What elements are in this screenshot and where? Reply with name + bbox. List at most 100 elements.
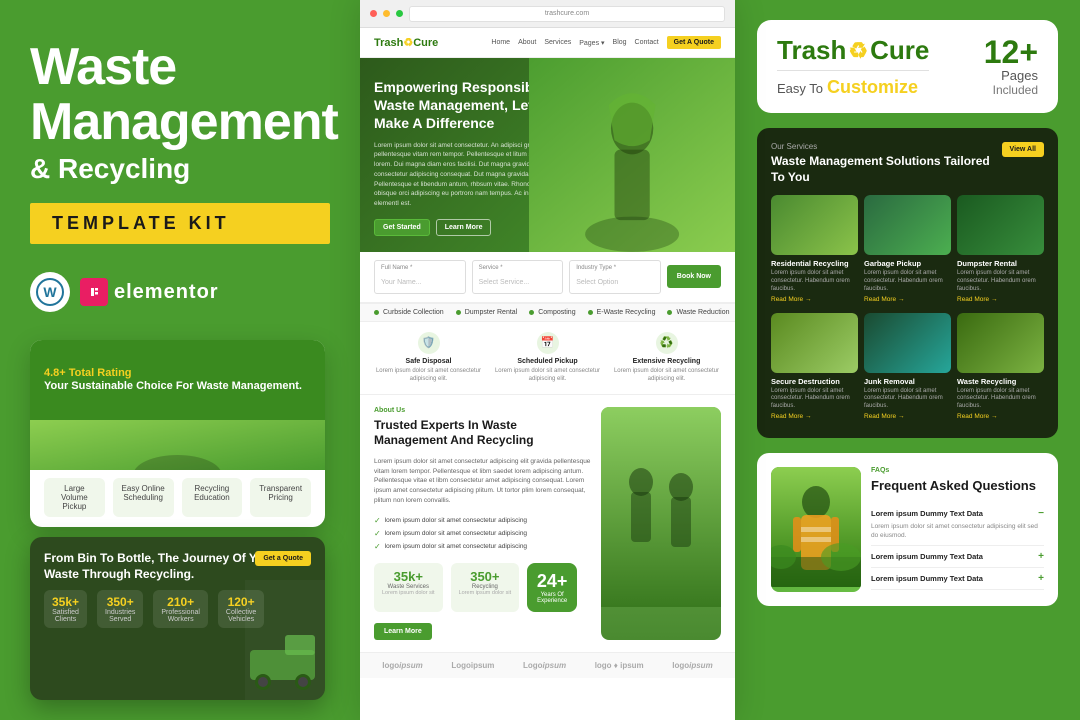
service-1-desc: Lorem ipsum dolor sit amet consectetur. …: [771, 270, 858, 293]
service-2-read-more[interactable]: Read More →: [864, 296, 951, 303]
brand-logo: Trash♻Cure: [777, 35, 929, 66]
customize-highlight: Customize: [827, 77, 918, 98]
form-industry-placeholder[interactable]: Select Option: [576, 279, 618, 286]
form-service-placeholder[interactable]: Select Service...: [479, 279, 530, 286]
nav-services[interactable]: Services: [544, 39, 571, 46]
ticker-1: Curbside Collection: [374, 309, 444, 316]
nav-blog[interactable]: Blog: [613, 39, 627, 46]
faq-label: FAQs: [871, 467, 1044, 474]
about-label: About Us: [374, 407, 591, 414]
view-all-btn[interactable]: View All: [1002, 142, 1044, 157]
pages-label: Pages: [984, 68, 1038, 83]
elementor-icon: [80, 278, 108, 306]
about-stat-recycling-num: 350+: [459, 569, 512, 584]
elementor-text: elementor: [114, 281, 219, 304]
mini-feature-1: Large VolumePickup: [44, 478, 105, 517]
service-6-desc: Lorem ipsum dolor sit amet consectetur. …: [957, 388, 1044, 411]
form-book-btn[interactable]: Book Now: [667, 265, 721, 288]
service-4: Secure Destruction Lorem ipsum dolor sit…: [771, 313, 858, 424]
faq-toggle-2[interactable]: +: [1038, 551, 1044, 562]
service-1-img: [771, 195, 858, 255]
browser-address-bar[interactable]: trashcure.com: [409, 6, 725, 22]
service-5-read-more[interactable]: Read More →: [864, 413, 951, 420]
faq-question-3[interactable]: Lorem ipsum Dummy Text Data +: [871, 573, 1044, 584]
brand-suffix: Cure: [870, 35, 929, 66]
service-6: Waste Recycling Lorem ipsum dolor sit am…: [957, 313, 1044, 424]
ticker-dot-5: [667, 310, 672, 315]
logo-4: logo ♦ ipsum: [595, 661, 644, 670]
ticker-2: Dumpster Rental: [456, 309, 518, 316]
faq-item-3: Lorem ipsum Dummy Text Data +: [871, 568, 1044, 590]
service-1-read-more[interactable]: Read More →: [771, 296, 858, 303]
form-industry: Industry Type * Select Option: [569, 260, 661, 294]
preview-card-2: From Bin To Bottle, The Journey Of Your …: [30, 537, 325, 700]
faq-toggle-1[interactable]: −: [1038, 508, 1044, 519]
powered-by: W elementor: [30, 272, 330, 312]
faq-question-2[interactable]: Lorem ipsum Dummy Text Data +: [871, 551, 1044, 562]
card2-quote-btn[interactable]: Get a Quote: [255, 551, 311, 566]
faq-question-1[interactable]: Lorem ipsum Dummy Text Data −: [871, 508, 1044, 519]
ticker-dot-2: [456, 310, 461, 315]
stat-clients: 35k+ SatisfiedClients: [44, 590, 87, 628]
card1-rating: 4.8+ Total Rating: [44, 367, 311, 379]
service-5-desc: Lorem ipsum dolor sit amet consectetur. …: [864, 388, 951, 411]
hero-learn-more-btn[interactable]: Learn More: [436, 219, 492, 236]
about-desc: Lorem ipsum dolor sit amet consectetur a…: [374, 457, 591, 506]
about-stat-waste-num: 35k+: [382, 569, 435, 584]
about-learn-more-btn[interactable]: Learn More: [374, 623, 432, 640]
nav-contact[interactable]: Contact: [635, 39, 659, 46]
services-card-header: Our Services Waste Management Solutions …: [771, 142, 1044, 185]
recycling-title: Extensive Recycling: [612, 358, 721, 365]
form-service: Service * Select Service...: [472, 260, 564, 294]
about-title: Trusted Experts In Waste Management And …: [374, 418, 591, 449]
services-label: Our Services: [771, 142, 1002, 151]
included-label: Included: [984, 83, 1038, 97]
browser-bar: trashcure.com: [360, 0, 735, 28]
service-1-name: Residential Recycling: [771, 259, 858, 268]
service-3-desc: Lorem ipsum dolor sit amet consectetur. …: [957, 270, 1044, 293]
form-full-name-placeholder[interactable]: Your Name...: [381, 279, 422, 286]
nav-pages[interactable]: Pages ▾: [579, 39, 604, 47]
nav-cta-btn[interactable]: Get A Quote: [667, 36, 721, 49]
service-6-read-more[interactable]: Read More →: [957, 413, 1044, 420]
brand-divider: [777, 70, 929, 71]
nav-home[interactable]: Home: [491, 39, 510, 46]
faq-item-2: Lorem ipsum Dummy Text Data +: [871, 546, 1044, 568]
service-4-desc: Lorem ipsum dolor sit amet consectetur. …: [771, 388, 858, 411]
service-3-info: Dumpster Rental Lorem ipsum dolor sit am…: [957, 255, 1044, 306]
check-item-2: ✓lorem ipsum dolor sit amet consectetur …: [374, 527, 591, 540]
brand-header-card: Trash♻Cure Easy To Customize 12+ Pages I…: [757, 20, 1058, 113]
service-1-info: Residential Recycling Lorem ipsum dolor …: [771, 255, 858, 306]
site-nav: Home About Services Pages ▾ Blog Contact…: [491, 36, 721, 49]
service-4-read-more[interactable]: Read More →: [771, 413, 858, 420]
faq-title: Frequent Asked Questions: [871, 478, 1044, 495]
stat-industries-label: IndustriesServed: [105, 609, 135, 623]
nav-about[interactable]: About: [518, 39, 536, 46]
about-checklist: ✓lorem ipsum dolor sit amet consectetur …: [374, 514, 591, 553]
right-panel: Trash♻Cure Easy To Customize 12+ Pages I…: [735, 0, 1080, 720]
about-years-badge: 24+ Years OfExperience: [527, 563, 577, 612]
service-2: Garbage Pickup Lorem ipsum dolor sit ame…: [864, 195, 951, 306]
logo-1: logoipsum: [382, 661, 422, 670]
service-2-img: [864, 195, 951, 255]
service-3-read-more[interactable]: Read More →: [957, 296, 1044, 303]
service-4-img: [771, 313, 858, 373]
elementor-logo: elementor: [80, 278, 219, 306]
recycling-desc: Lorem ipsum dolor sit amet consectetur a…: [612, 367, 721, 384]
about-section: About Us Trusted Experts In Waste Manage…: [360, 395, 735, 652]
form-row: Full Name * Your Name... Service * Selec…: [374, 260, 721, 294]
about-image-fill: [601, 407, 721, 640]
mini-feature-2: Easy OnlineScheduling: [113, 478, 174, 517]
about-stat-recycling: 350+ RecyclingLorem ipsum dolor sit: [451, 563, 520, 612]
hero-image-area: [529, 58, 735, 252]
ticker-4: E-Waste Recycling: [588, 309, 656, 316]
browser-dot-red: [370, 10, 377, 17]
service-4-name: Secure Destruction: [771, 377, 858, 386]
form-full-name-label: Full Name *: [381, 265, 459, 271]
customize-prefix: Easy To: [777, 81, 823, 96]
website-content: Trash♻Cure Home About Services Pages ▾ B…: [360, 28, 735, 720]
about-stat-recycling-label: RecyclingLorem ipsum dolor sit: [459, 584, 512, 596]
check-icon-3: ✓: [374, 542, 381, 551]
faq-toggle-3[interactable]: +: [1038, 573, 1044, 584]
hero-get-started-btn[interactable]: Get Started: [374, 219, 430, 236]
